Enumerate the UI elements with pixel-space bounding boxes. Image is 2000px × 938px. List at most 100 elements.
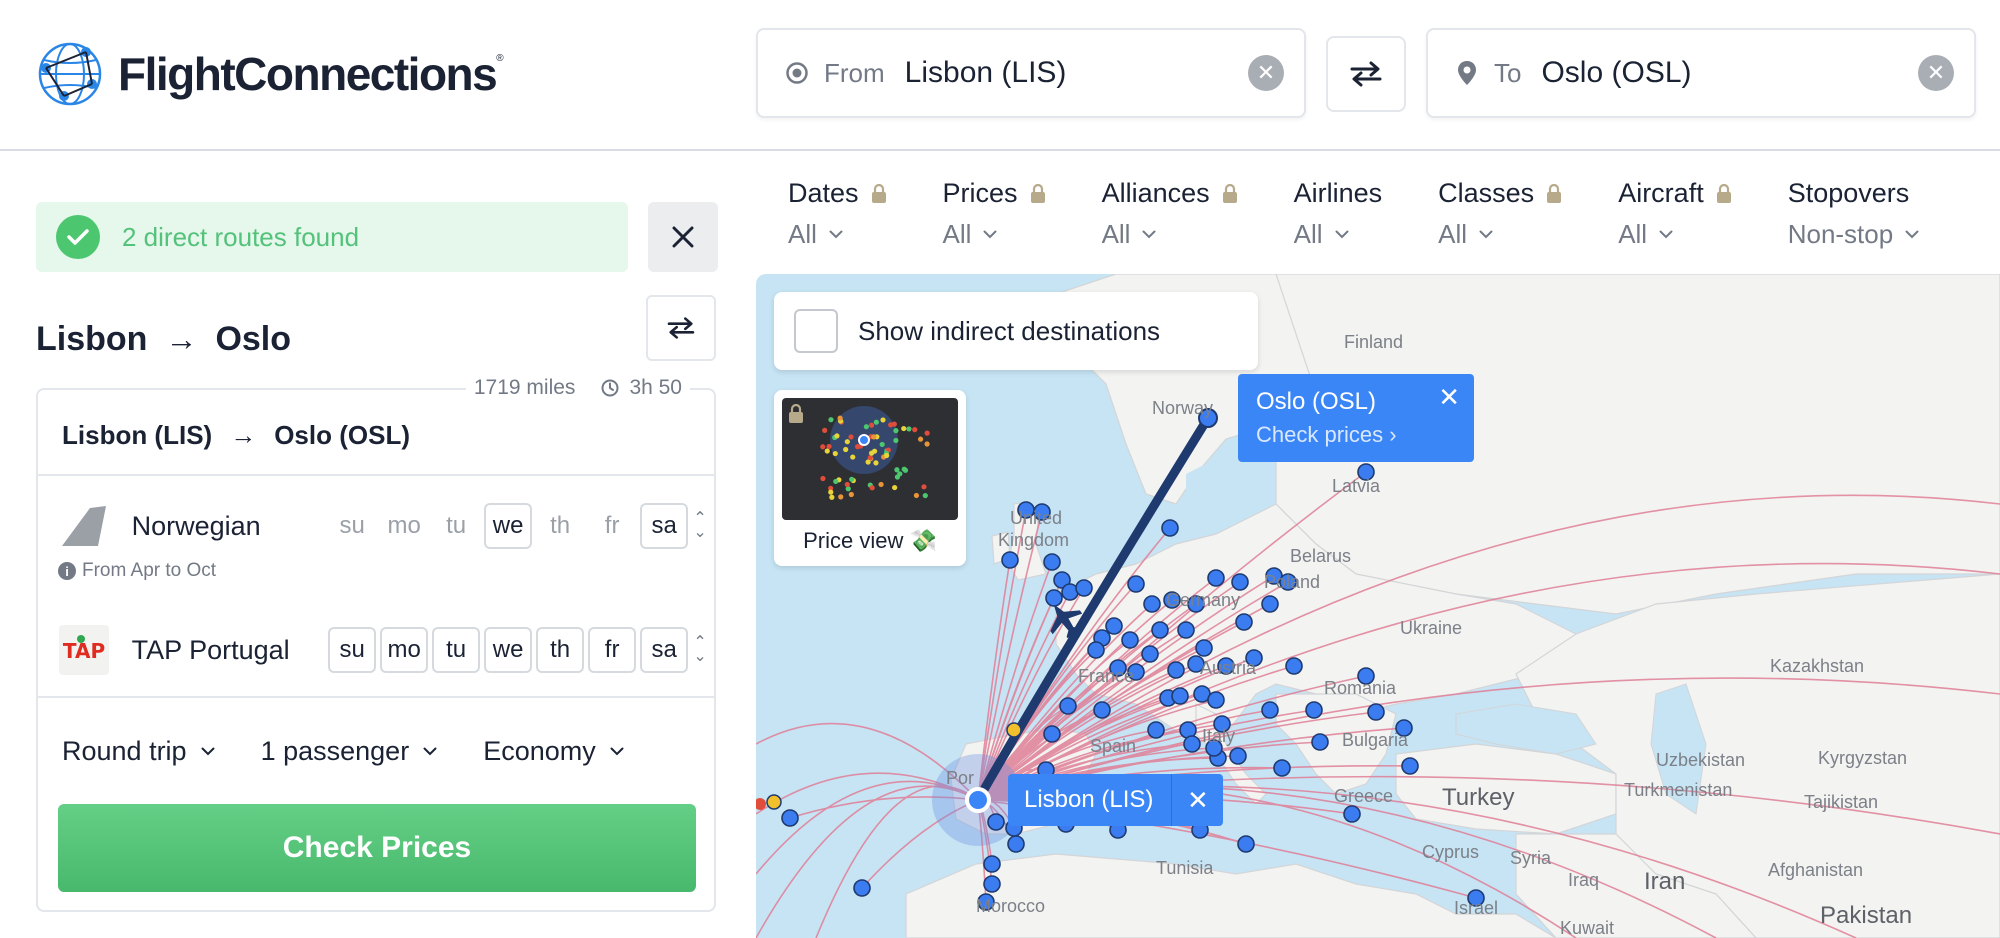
destination-dot[interactable] bbox=[1075, 579, 1093, 597]
destination-dot[interactable] bbox=[1207, 691, 1225, 709]
map-label-tunisia: Tunisia bbox=[1156, 858, 1214, 878]
destination-dot[interactable] bbox=[1161, 519, 1179, 537]
destination-dot[interactable] bbox=[1045, 589, 1063, 607]
destination-dot[interactable] bbox=[1237, 835, 1255, 853]
clear-to-button[interactable]: ✕ bbox=[1918, 55, 1954, 91]
map-label-italy: Italy bbox=[1202, 726, 1236, 746]
destination-dot[interactable] bbox=[1087, 641, 1105, 659]
destination-dot[interactable] bbox=[1343, 805, 1361, 823]
airline-row-norwegian[interactable]: Norwegian su mo tu we th fr sa ⌃ ⌄ bbox=[58, 498, 708, 554]
destination-dot[interactable] bbox=[1043, 553, 1061, 571]
from-field[interactable]: From Lisbon (LIS) ✕ bbox=[756, 28, 1306, 118]
destination-dot[interactable] bbox=[1127, 575, 1145, 593]
filter-stopovers[interactable]: Stopovers Non-stop bbox=[1788, 178, 1920, 250]
destination-dot[interactable] bbox=[781, 809, 799, 827]
from-value[interactable]: Lisbon (LIS) bbox=[905, 56, 1248, 90]
destination-dot[interactable] bbox=[1059, 697, 1077, 715]
destination-dot[interactable] bbox=[1141, 645, 1159, 663]
to-value[interactable]: Oslo (OSL) bbox=[1541, 56, 1918, 90]
filter-value-dropdown[interactable]: All bbox=[788, 219, 887, 250]
filter-classes[interactable]: Classes All bbox=[1438, 178, 1562, 250]
destination-dot[interactable] bbox=[1143, 595, 1161, 613]
filter-value-dropdown[interactable]: All bbox=[943, 219, 1046, 250]
destination-dot[interactable] bbox=[1177, 621, 1195, 639]
filter-value-dropdown[interactable]: All bbox=[1438, 219, 1562, 250]
destination-dot[interactable] bbox=[987, 813, 1005, 831]
destination-dot[interactable] bbox=[1171, 687, 1189, 705]
filter-airlines[interactable]: Airlines All bbox=[1294, 178, 1383, 250]
destination-dot[interactable] bbox=[1167, 661, 1185, 679]
popup-check-prices-link[interactable]: Check prices › bbox=[1256, 422, 1397, 448]
destination-dot[interactable] bbox=[1151, 621, 1169, 639]
filter-value-dropdown[interactable]: All bbox=[1294, 219, 1383, 250]
destination-dot[interactable] bbox=[1007, 835, 1025, 853]
airline-row-tap[interactable]: TAP TAP Portugal su mo tu we th fr sa ⌃ ⌄ bbox=[58, 622, 708, 678]
destination-dot[interactable] bbox=[1183, 735, 1201, 753]
destination-dot[interactable] bbox=[853, 879, 871, 897]
show-indirect-toggle[interactable]: Show indirect destinations bbox=[774, 292, 1258, 370]
destination-dot[interactable] bbox=[1311, 733, 1329, 751]
swap-airports-button[interactable] bbox=[1326, 36, 1406, 112]
destination-dot[interactable] bbox=[1231, 573, 1249, 591]
destination-dot[interactable] bbox=[983, 875, 1001, 893]
route-map[interactable]: Finland Norway Latvia United Kingdom Bel… bbox=[756, 274, 2000, 938]
price-view-button[interactable]: Price view 💸 bbox=[774, 390, 966, 566]
filter-alliances[interactable]: Alliances All bbox=[1102, 178, 1238, 250]
destination-dot[interactable] bbox=[1093, 701, 1111, 719]
destination-dot[interactable] bbox=[1147, 721, 1165, 739]
sort-arrows-icon[interactable]: ⌃ ⌄ bbox=[692, 511, 708, 541]
filter-prices[interactable]: Prices All bbox=[943, 178, 1046, 250]
destination-dot[interactable] bbox=[1285, 657, 1303, 675]
origin-label[interactable]: Lisbon (LIS) ✕ bbox=[1008, 774, 1224, 826]
filter-dates[interactable]: Dates All bbox=[788, 178, 887, 250]
price-dot bbox=[828, 417, 834, 423]
price-dot bbox=[869, 485, 875, 491]
destination-dot[interactable] bbox=[1105, 617, 1123, 635]
price-dot bbox=[837, 415, 843, 421]
trip-type-dropdown[interactable]: Round trip bbox=[62, 736, 215, 767]
destination-dot[interactable] bbox=[983, 855, 1001, 873]
brand-logo[interactable]: FlightConnections® bbox=[34, 38, 504, 110]
map-label-syria: Syria bbox=[1510, 848, 1552, 868]
destination-dot[interactable] bbox=[1273, 759, 1291, 777]
filter-value: All bbox=[1438, 219, 1468, 249]
price-dot bbox=[906, 426, 912, 432]
destination-dot[interactable] bbox=[1121, 631, 1139, 649]
weekday-fr: fr bbox=[604, 512, 620, 539]
to-field[interactable]: To Oslo (OSL) ✕ bbox=[1426, 28, 1976, 118]
close-origin-icon[interactable]: ✕ bbox=[1171, 774, 1223, 826]
sort-arrows-icon[interactable]: ⌃ ⌄ bbox=[692, 635, 708, 665]
to-label: To bbox=[1494, 57, 1522, 88]
destination-dot[interactable] bbox=[1043, 725, 1061, 743]
destination-dot[interactable] bbox=[1401, 757, 1419, 775]
map-label-romania: Romania bbox=[1324, 678, 1397, 698]
price-dot bbox=[884, 452, 890, 459]
destination-dot[interactable] bbox=[1207, 569, 1225, 587]
map-label-uk-2: Kingdom bbox=[998, 530, 1070, 550]
destination-dot[interactable] bbox=[1001, 551, 1019, 569]
destination-dot[interactable] bbox=[1261, 701, 1279, 719]
destination-dot[interactable] bbox=[1235, 613, 1253, 631]
cabin-class-dropdown[interactable]: Economy bbox=[483, 736, 624, 767]
price-dot bbox=[838, 494, 844, 500]
price-dot bbox=[824, 448, 830, 454]
chevron-down-icon bbox=[829, 230, 843, 239]
oslo-popup[interactable]: Oslo (OSL) Check prices › ✕ bbox=[1238, 374, 1474, 462]
reverse-route-button[interactable] bbox=[646, 295, 716, 361]
close-popup-icon[interactable]: ✕ bbox=[1438, 382, 1460, 413]
destination-dot[interactable] bbox=[1367, 703, 1385, 721]
destination-dot[interactable] bbox=[1305, 701, 1323, 719]
close-panel-button[interactable] bbox=[648, 202, 718, 272]
clear-from-button[interactable]: ✕ bbox=[1248, 55, 1284, 91]
indirect-checkbox[interactable] bbox=[794, 309, 838, 353]
destination-dot[interactable] bbox=[1195, 639, 1213, 657]
map-label-poland: Poland bbox=[1264, 572, 1321, 592]
destination-dot[interactable] bbox=[1229, 747, 1247, 765]
passengers-dropdown[interactable]: 1 passenger bbox=[261, 736, 438, 767]
filter-aircraft[interactable]: Aircraft All bbox=[1618, 178, 1732, 250]
filter-value-dropdown[interactable]: Non-stop bbox=[1788, 219, 1920, 250]
filter-value-dropdown[interactable]: All bbox=[1618, 219, 1732, 250]
destination-dot[interactable] bbox=[1261, 595, 1279, 613]
check-prices-button[interactable]: Check Prices bbox=[58, 804, 696, 892]
filter-value-dropdown[interactable]: All bbox=[1102, 219, 1238, 250]
